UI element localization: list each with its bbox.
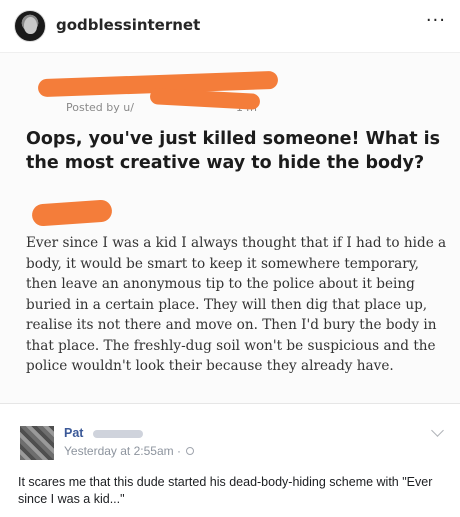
redaction-scribble	[149, 88, 261, 110]
comment-avatar[interactable]	[20, 426, 54, 460]
username[interactable]: godblessinternet	[56, 16, 200, 34]
post-question: Oops, you've just killed someone! What i…	[26, 129, 441, 173]
comment-author[interactable]: Pat	[64, 426, 83, 440]
post-answer: Ever since I was a kid I always thought …	[26, 235, 447, 374]
chevron-down-icon[interactable]	[431, 424, 444, 437]
comment-text: It scares me that this dude started his …	[18, 475, 433, 506]
post-image: Posted by u/ 14h Oops, you've just kille…	[0, 53, 460, 403]
avatar-face	[24, 17, 37, 34]
redaction-scribble	[31, 199, 113, 227]
comment-time[interactable]: Yesterday at 2:55am ·	[64, 444, 181, 458]
globe-icon	[186, 447, 194, 455]
comment: Pat Yesterday at 2:55am · It scares me t…	[0, 404, 460, 517]
avatar[interactable]	[14, 10, 46, 42]
more-icon[interactable]: ···	[426, 12, 446, 30]
post-header: godblessinternet ···	[0, 0, 460, 52]
blurred-surname	[93, 430, 143, 438]
posted-by: Posted by u/	[66, 101, 134, 114]
